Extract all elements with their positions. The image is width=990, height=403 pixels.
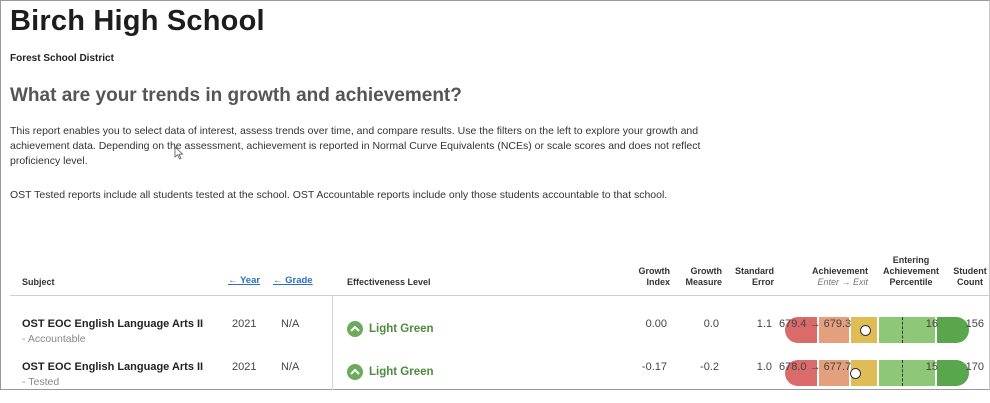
row-subject: OST EOC English Language Arts II	[22, 361, 204, 373]
row-growth-index: -0.17	[641, 361, 667, 373]
description-paragraph: This report enables you to select data o…	[10, 125, 701, 167]
effectiveness-label: Light Green	[369, 323, 434, 335]
sort-year-link[interactable]: ← Year	[228, 275, 260, 286]
scale-marker	[860, 325, 871, 336]
row-year: 2021	[232, 361, 257, 373]
chevron-up-icon[interactable]	[347, 321, 363, 337]
school-title: Birch High School	[10, 5, 265, 37]
header-growth-index: Growth Index	[638, 266, 671, 287]
row-percentile: 16	[925, 318, 938, 330]
row-year: 2021	[232, 318, 257, 330]
row-grade: N/A	[281, 361, 300, 373]
row-growth-measure: -0.2	[700, 361, 719, 373]
header-standard-error: Standard Error	[734, 266, 774, 287]
row-growth-measure: 0.0	[703, 318, 719, 330]
row-subtype: - Tested	[22, 376, 60, 388]
header-achievement: Achievement Enter → Exit	[811, 266, 868, 287]
header-entering-percentile: Entering Achievement Percentile	[882, 255, 940, 287]
mouse-pointer-icon	[174, 146, 184, 160]
row-grade: N/A	[281, 318, 300, 330]
row-subtype: - Accountable	[22, 333, 86, 345]
header-student-count: Student Count	[953, 266, 987, 287]
page-question: What are your trends in growth and achie…	[10, 85, 462, 106]
scale-marker	[850, 368, 861, 379]
row-standard-error: 1.0	[756, 361, 772, 373]
header-subject: Subject	[22, 277, 55, 287]
row-growth-index: 0.00	[645, 318, 667, 330]
sort-grade-link[interactable]: ← Grade	[273, 275, 313, 286]
effectiveness-label: Light Green	[369, 366, 434, 378]
row-achievement: 679.4 → 679.3	[779, 318, 852, 330]
row-subject: OST EOC English Language Arts II	[22, 318, 204, 330]
row-achievement: 678.0 → 677.7	[779, 361, 852, 373]
row-percentile: 15	[925, 361, 938, 373]
tested-accountable-note: OST Tested reports include all students …	[10, 189, 668, 201]
header-growth-measure: Growth Measure	[685, 266, 722, 287]
table-row: OST EOC English Language Arts II - Accou…	[0, 317, 990, 360]
table-row: OST EOC English Language Arts II - Teste…	[0, 360, 990, 403]
district-name: Forest School District	[10, 53, 114, 64]
header-divider	[10, 295, 990, 296]
row-standard-error: 1.1	[756, 318, 772, 330]
row-student-count: 156	[965, 318, 984, 330]
header-effectiveness: Effectiveness Level	[347, 277, 431, 287]
chevron-up-icon[interactable]	[347, 364, 363, 380]
row-student-count: 170	[965, 361, 984, 373]
